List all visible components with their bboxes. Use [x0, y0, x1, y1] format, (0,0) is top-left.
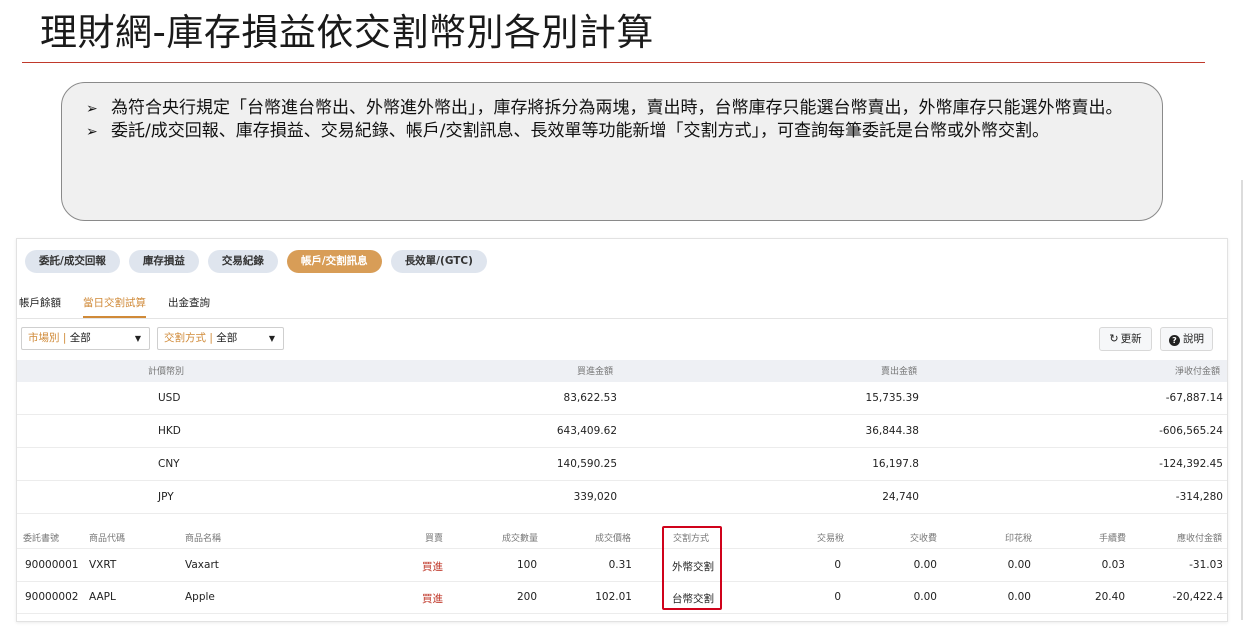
sell-amount-cell: 24,740	[882, 491, 919, 503]
market-select-value: 全部	[69, 332, 91, 344]
caret-down-icon: ▼	[268, 334, 275, 343]
market-select[interactable]: 市場別 | 全部 ▼	[21, 327, 150, 350]
col-currency: 計價幣別	[148, 367, 185, 377]
tab-gtc-orders[interactable]: 長效單/(GTC)	[390, 250, 487, 273]
tab-order-reports[interactable]: 委託/成交回報	[25, 250, 120, 273]
currency-cell: JPY	[158, 491, 174, 503]
col-transaction-tax: 交易稅	[817, 534, 845, 544]
settlement-column-highlight	[662, 526, 722, 610]
help-button[interactable]: ? 說明	[1160, 327, 1213, 351]
payable-amount-cell: -31.03	[1189, 559, 1223, 571]
col-buy-amount: 買進金額	[577, 367, 614, 377]
quantity-cell: 100	[516, 559, 537, 571]
arrow-bullet-icon: ➢	[86, 101, 98, 117]
net-amount-cell: -124,392.45	[1159, 458, 1223, 470]
side-cell: 買進	[422, 593, 443, 605]
col-clearing-fee: 交收費	[910, 534, 938, 544]
help-button-label: 說明	[1183, 333, 1204, 345]
note-text: 委託/成交回報、庫存損益、交易紀錄、帳戶/交割訊息、長效單等功能新增「交割方式」…	[111, 121, 1049, 141]
net-amount-cell: -606,565.24	[1159, 425, 1223, 437]
detail-table-header: 委託書號 商品代碼 商品名稱 買賣 成交數量 成交價格 交割方式 交易稅 交收費…	[17, 527, 1227, 549]
currency-cell: CNY	[158, 458, 180, 470]
refresh-button-label: 更新	[1120, 333, 1142, 345]
col-product-name: 商品名稱	[185, 534, 222, 544]
product-name-cell: Apple	[185, 591, 215, 603]
order-no-cell: 90000001	[25, 559, 79, 571]
summary-table-header: 計價幣別 買進金額 賣出金額 淨收付金額	[17, 360, 1227, 382]
table-row: 90000002 AAPL Apple 買進 200 102.01 台幣交割 0…	[17, 581, 1227, 614]
tab-divider	[17, 318, 1227, 319]
col-quantity: 成交數量	[502, 534, 539, 544]
tax-cell: 0	[834, 591, 841, 603]
settlement-select-label: 交割方式 |	[164, 332, 213, 344]
buy-amount-cell: 140,590.25	[556, 458, 617, 470]
tab-trade-history[interactable]: 交易紀錄	[207, 250, 278, 273]
product-code-cell: AAPL	[89, 591, 116, 603]
side-cell: 買進	[422, 561, 443, 573]
note-item: ➢ 委託/成交回報、庫存損益、交易紀錄、帳戶/交割訊息、長效單等功能新增「交割方…	[86, 120, 1142, 143]
tab-inventory-pnl[interactable]: 庫存損益	[128, 250, 199, 273]
notes-box: ➢ 為符合央行規定「台幣進台幣出、外幣進外幣出」，庫存將拆分為兩塊，賣出時，台幣…	[61, 82, 1163, 221]
function-tabs: 委託/成交回報 庫存損益 交易紀錄 帳戶/交割訊息 長效單/(GTC)	[25, 250, 487, 273]
table-row: CNY 140,590.25 16,197.8 -124,392.45	[17, 448, 1227, 481]
col-side: 買賣	[425, 534, 444, 544]
commission-cell: 20.40	[1094, 591, 1125, 603]
order-no-cell: 90000002	[25, 591, 79, 603]
product-name-cell: Vaxart	[185, 559, 219, 571]
settlement-select-value: 全部	[216, 332, 238, 344]
col-payable-amount: 應收付金額	[1177, 534, 1223, 544]
price-cell: 0.31	[608, 559, 632, 571]
refresh-button[interactable]: ↻ 更新	[1099, 327, 1152, 351]
settlement-select[interactable]: 交割方式 | 全部 ▼	[157, 327, 284, 350]
stamp-duty-cell: 0.00	[1007, 591, 1031, 603]
slide-title: 理財網-庫存損益依交割幣別各別計算	[40, 11, 654, 54]
tax-cell: 0	[834, 559, 841, 571]
subtab-account-balance[interactable]: 帳戶餘額	[19, 295, 61, 318]
sell-amount-cell: 36,844.38	[865, 425, 919, 437]
sub-tabs: 帳戶餘額 當日交割試算 出金查詢	[19, 295, 210, 318]
net-amount-cell: -67,887.14	[1165, 392, 1223, 404]
refresh-icon: ↻	[1109, 332, 1119, 345]
currency-cell: USD	[158, 392, 181, 404]
col-sell-amount: 賣出金額	[881, 367, 918, 377]
title-divider	[22, 62, 1205, 63]
commission-cell: 0.03	[1101, 559, 1125, 571]
table-row: JPY 339,020 24,740 -314,280	[17, 481, 1227, 514]
table-row: HKD 643,409.62 36,844.38 -606,565.24	[17, 415, 1227, 448]
table-row: 90000001 VXRT Vaxart 買進 100 0.31 外幣交割 0 …	[17, 549, 1227, 582]
col-price: 成交價格	[595, 534, 632, 544]
buy-amount-cell: 339,020	[573, 491, 617, 503]
arrow-bullet-icon: ➢	[86, 124, 98, 140]
clearing-fee-cell: 0.00	[913, 591, 937, 603]
help-icon: ?	[1169, 335, 1180, 346]
subtab-settlement-estimate[interactable]: 當日交割試算	[83, 295, 146, 318]
account-panel: 委託/成交回報 庫存損益 交易紀錄 帳戶/交割訊息 長效單/(GTC) 帳戶餘額…	[16, 238, 1228, 622]
buy-amount-cell: 83,622.53	[563, 392, 617, 404]
market-select-label: 市場別 |	[28, 332, 67, 344]
buy-amount-cell: 643,409.62	[556, 425, 617, 437]
table-row: USD 83,622.53 15,735.39 -67,887.14	[17, 382, 1227, 415]
col-commission: 手續費	[1099, 534, 1127, 544]
col-stamp-duty: 印花稅	[1005, 534, 1033, 544]
payable-amount-cell: -20,422.4	[1172, 591, 1223, 603]
stamp-duty-cell: 0.00	[1007, 559, 1031, 571]
currency-cell: HKD	[158, 425, 181, 437]
sell-amount-cell: 16,197.8	[872, 458, 919, 470]
sell-amount-cell: 15,735.39	[865, 392, 919, 404]
col-order-no: 委託書號	[23, 534, 60, 544]
tab-account-settlement[interactable]: 帳戶/交割訊息	[286, 250, 382, 273]
product-code-cell: VXRT	[89, 559, 117, 571]
note-text: 為符合央行規定「台幣進台幣出、外幣進外幣出」，庫存將拆分為兩塊，賣出時，台幣庫存…	[111, 98, 1123, 118]
caret-down-icon: ▼	[134, 334, 141, 343]
col-net-amount: 淨收付金額	[1175, 367, 1221, 377]
price-cell: 102.01	[595, 591, 632, 603]
col-product-code: 商品代碼	[89, 534, 126, 544]
note-item: ➢ 為符合央行規定「台幣進台幣出、外幣進外幣出」，庫存將拆分為兩塊，賣出時，台幣…	[86, 97, 1142, 120]
net-amount-cell: -314,280	[1175, 491, 1223, 503]
subtab-withdrawal-query[interactable]: 出金查詢	[168, 295, 210, 318]
quantity-cell: 200	[516, 591, 537, 603]
clearing-fee-cell: 0.00	[913, 559, 937, 571]
